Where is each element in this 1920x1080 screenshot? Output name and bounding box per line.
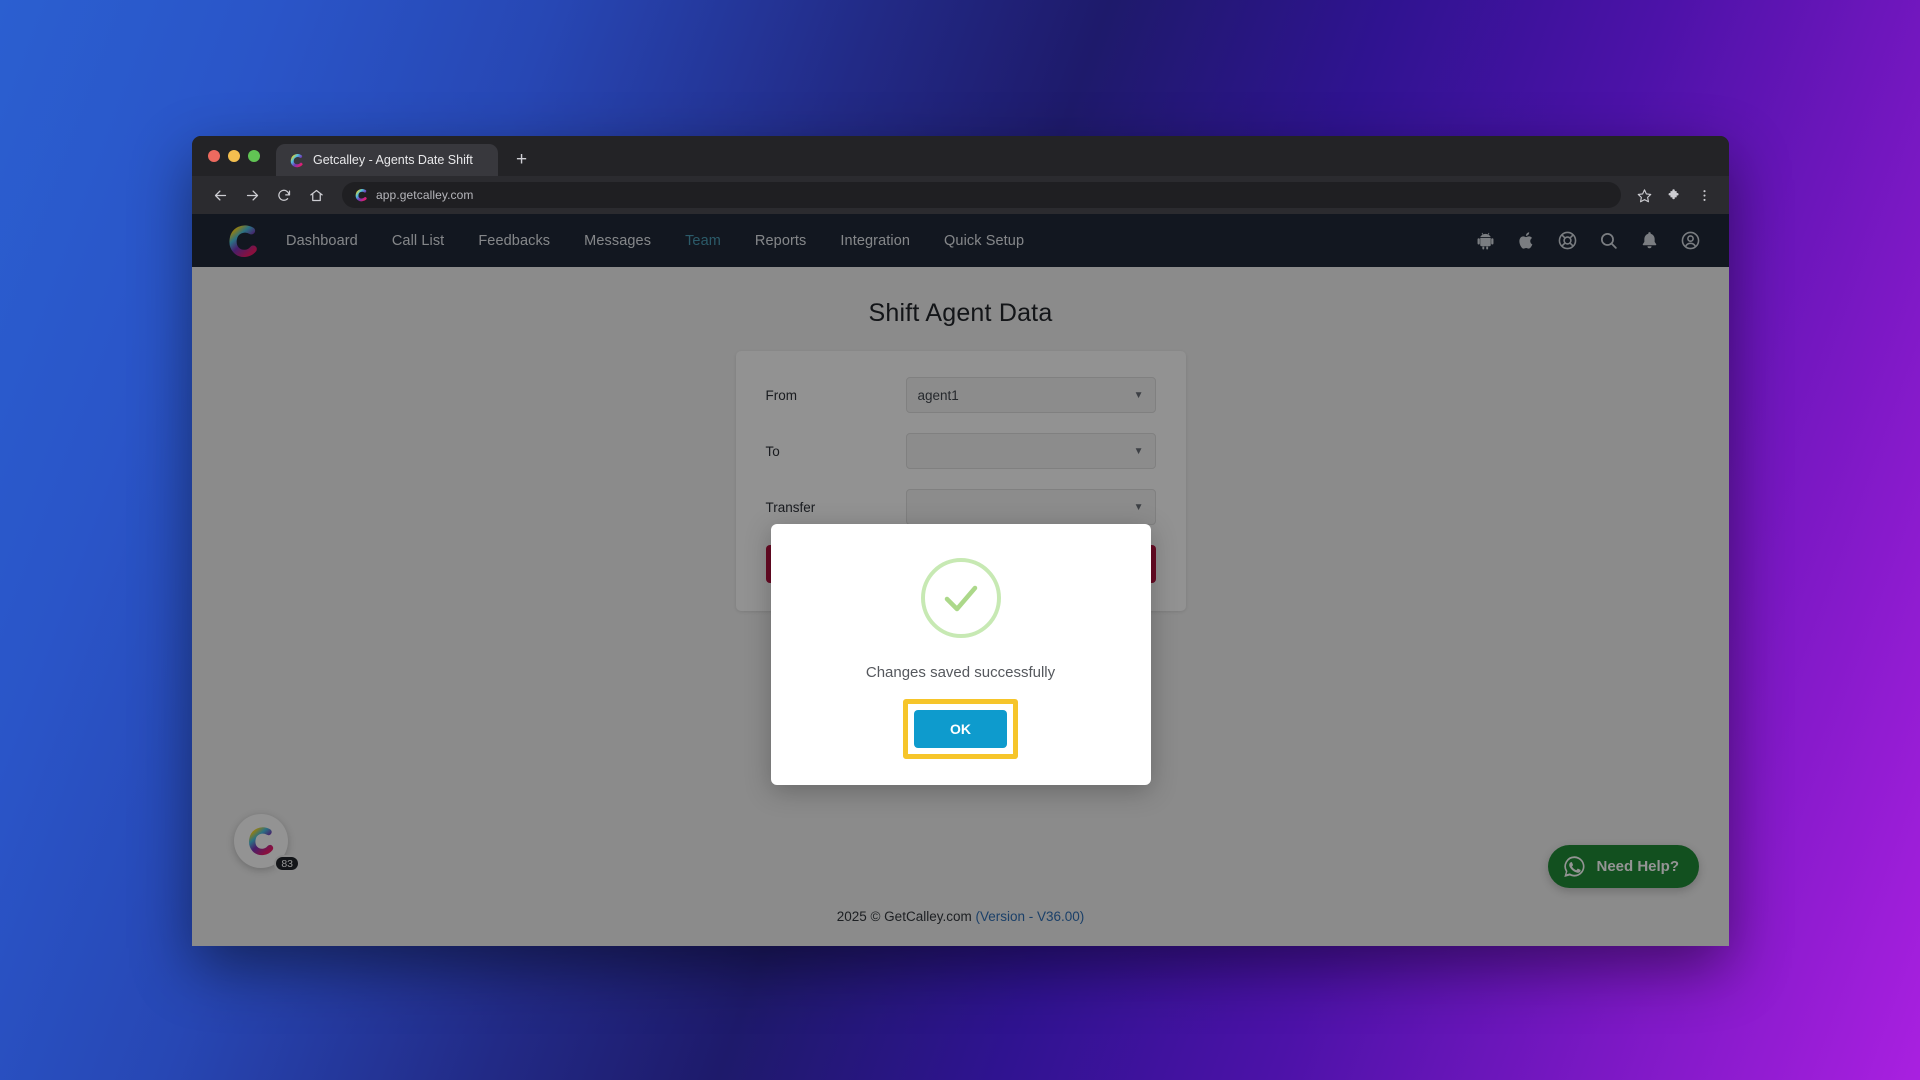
site-favicon-icon xyxy=(354,188,368,202)
minimize-window-button[interactable] xyxy=(228,150,240,162)
close-window-button[interactable] xyxy=(208,150,220,162)
page-viewport: Dashboard Call List Feedbacks Messages T… xyxy=(192,214,1729,946)
home-icon[interactable] xyxy=(302,181,330,209)
back-arrow-icon[interactable] xyxy=(206,181,234,209)
success-modal: Changes saved successfully OK xyxy=(770,524,1151,785)
new-tab-button[interactable]: + xyxy=(516,150,527,169)
three-dot-menu-icon[interactable] xyxy=(1691,182,1717,208)
browser-tab-active[interactable]: Getcalley - Agents Date Shift xyxy=(276,144,498,176)
ok-button-highlight: OK xyxy=(903,699,1018,759)
browser-tab-strip: Getcalley - Agents Date Shift + xyxy=(192,136,1729,176)
browser-window: Getcalley - Agents Date Shift + app.getc… xyxy=(192,136,1729,946)
browser-toolbar: app.getcalley.com xyxy=(192,176,1729,214)
reload-icon[interactable] xyxy=(270,181,298,209)
window-traffic-lights xyxy=(206,136,272,176)
forward-arrow-icon[interactable] xyxy=(238,181,266,209)
success-check-icon xyxy=(920,558,1001,638)
address-bar-url: app.getcalley.com xyxy=(376,188,474,202)
address-bar[interactable]: app.getcalley.com xyxy=(342,182,1621,208)
browser-tab-title: Getcalley - Agents Date Shift xyxy=(313,153,473,167)
star-icon[interactable] xyxy=(1631,182,1657,208)
ok-button[interactable]: OK xyxy=(914,710,1007,748)
calley-logo-icon xyxy=(289,153,304,168)
maximize-window-button[interactable] xyxy=(248,150,260,162)
modal-message: Changes saved successfully xyxy=(865,664,1056,681)
puzzle-piece-icon[interactable] xyxy=(1661,182,1687,208)
